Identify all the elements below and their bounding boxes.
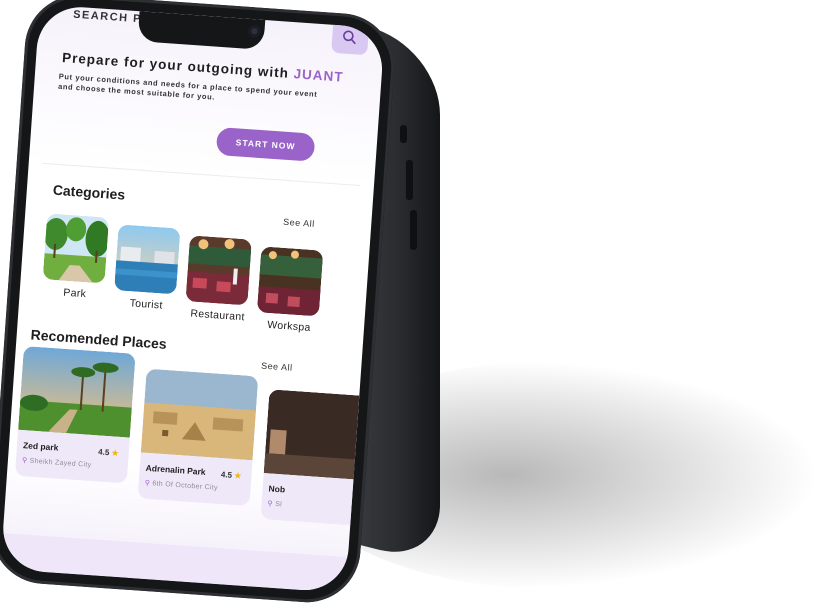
location-text: Sl bbox=[274, 500, 283, 509]
location-pin-icon: ⚲ bbox=[267, 500, 274, 508]
brand-name: JUANT bbox=[293, 66, 345, 85]
category-item-tourist[interactable]: Tourist bbox=[113, 224, 185, 312]
category-item-park[interactable]: Park bbox=[41, 213, 113, 301]
categories-title: Categories bbox=[52, 181, 126, 203]
category-label: Tourist bbox=[129, 297, 164, 312]
search-button[interactable] bbox=[331, 18, 370, 56]
place-image bbox=[18, 345, 136, 438]
location-pin-icon: ⚲ bbox=[144, 479, 151, 488]
star-icon: ★ bbox=[233, 470, 242, 481]
side-button-3 bbox=[410, 210, 417, 250]
place-image bbox=[140, 368, 259, 461]
place-image bbox=[263, 389, 382, 481]
location-pin-icon: ⚲ bbox=[21, 457, 28, 465]
search-label[interactable]: SEARCH P bbox=[73, 9, 143, 26]
park-image bbox=[42, 213, 110, 284]
category-label: Workspa bbox=[266, 318, 311, 334]
recommended-see-all-link[interactable]: See All bbox=[261, 361, 293, 373]
start-now-button[interactable]: START NOW bbox=[215, 126, 316, 162]
search-icon bbox=[343, 30, 356, 45]
category-item-restaurant[interactable]: Restaurant bbox=[184, 235, 256, 323]
location-text: 6th Of October City bbox=[152, 480, 219, 492]
app-screen: SEARCH P Prepare for your outgoing with … bbox=[0, 4, 385, 594]
place-card-nob[interactable]: Nob ⚲ Sl bbox=[260, 389, 382, 527]
scene: SEARCH P Prepare for your outgoing with … bbox=[0, 0, 834, 614]
place-location: ⚲ Sheikh Zayed City bbox=[22, 456, 92, 469]
divider bbox=[42, 162, 360, 187]
categories-see-all-link[interactable]: See All bbox=[283, 217, 315, 229]
restaurant-image bbox=[185, 235, 252, 306]
phone-front: SEARCH P Prepare for your outgoing with … bbox=[0, 0, 398, 606]
bottom-navigation-bar bbox=[0, 532, 349, 594]
location-text: Sheikh Zayed City bbox=[29, 457, 92, 469]
rating-value: 4.5 bbox=[97, 447, 110, 458]
star-icon: ★ bbox=[111, 448, 120, 458]
category-label: Park bbox=[62, 286, 87, 301]
category-item-workspace[interactable]: Workspa bbox=[256, 246, 328, 334]
side-button-2 bbox=[406, 160, 413, 200]
rating-value: 4.5 bbox=[220, 470, 233, 480]
side-button-1 bbox=[400, 125, 407, 143]
workspace-image bbox=[256, 246, 324, 317]
place-card-zed-park[interactable]: Zed park 4.5 ★ ⚲ Sheikh Zayed City bbox=[14, 345, 136, 484]
place-location: ⚲ Sl bbox=[267, 499, 282, 508]
place-card-adrenalin-park[interactable]: Adrenalin Park 4.5 ★ ⚲ 6th Of October Ci… bbox=[137, 368, 259, 507]
tourist-image bbox=[114, 224, 181, 295]
place-name: Zed park bbox=[22, 440, 59, 453]
notch bbox=[137, 11, 266, 50]
category-label: Restaurant bbox=[190, 307, 246, 324]
place-name: Adrenalin Park bbox=[145, 462, 206, 477]
place-rating: 4.5 ★ bbox=[98, 447, 119, 457]
place-rating: 4.5 ★ bbox=[221, 470, 242, 480]
place-name: Nob bbox=[268, 483, 286, 495]
camera-icon bbox=[248, 24, 261, 38]
place-location: ⚲ 6th Of October City bbox=[144, 479, 218, 492]
